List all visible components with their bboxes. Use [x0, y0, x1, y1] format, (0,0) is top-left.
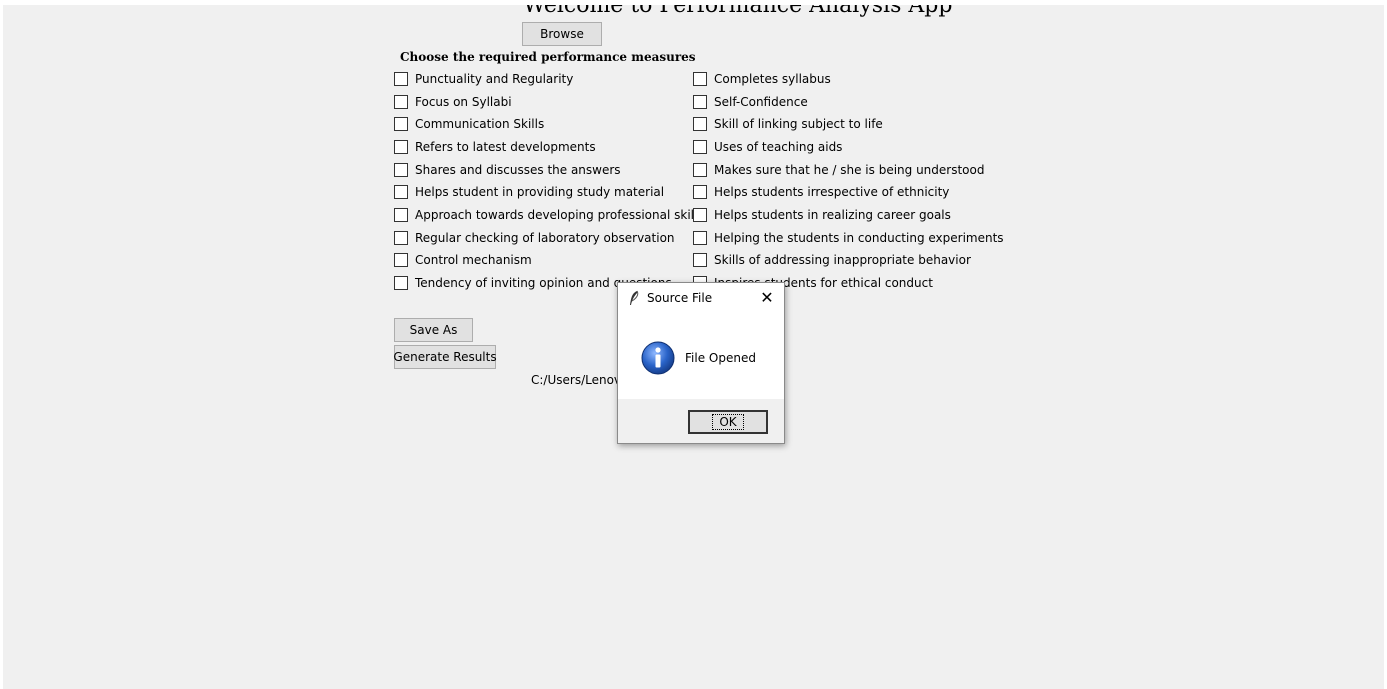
dialog-body: File Opened: [618, 313, 784, 399]
measure-label: Communication Skills: [415, 117, 545, 131]
checkbox[interactable]: [693, 163, 707, 177]
generate-results-button[interactable]: Generate Results: [393, 345, 497, 369]
measures-heading: Choose the required performance measures: [400, 50, 696, 64]
checkbox[interactable]: [693, 185, 707, 199]
measure-checkbox-teaching-aids[interactable]: Uses of teaching aids: [693, 138, 842, 156]
measure-checkbox-being-understood[interactable]: Makes sure that he / she is being unders…: [693, 161, 984, 179]
info-icon: [640, 340, 676, 380]
measure-checkbox-professional-skills[interactable]: Approach towards developing professional…: [394, 206, 704, 224]
measure-label: Helps students in realizing career goals: [714, 208, 951, 222]
measure-label: Focus on Syllabi: [415, 95, 512, 109]
measure-checkbox-study-material[interactable]: Helps student in providing study materia…: [394, 183, 664, 201]
measure-checkbox-focus-syllabi[interactable]: Focus on Syllabi: [394, 93, 512, 111]
checkbox[interactable]: [693, 231, 707, 245]
measure-checkbox-completes-syllabus[interactable]: Completes syllabus: [693, 70, 831, 88]
measure-label: Shares and discusses the answers: [415, 163, 621, 177]
measure-checkbox-inappropriate-behavior[interactable]: Skills of addressing inappropriate behav…: [693, 251, 971, 269]
measure-checkbox-latest-developments[interactable]: Refers to latest developments: [394, 138, 596, 156]
checkbox[interactable]: [394, 276, 408, 290]
checkbox[interactable]: [394, 231, 408, 245]
measure-label: Refers to latest developments: [415, 140, 596, 154]
app-title: Welcome to Performance Analysis App: [523, 5, 953, 18]
measure-checkbox-linking-subject[interactable]: Skill of linking subject to life: [693, 115, 883, 133]
browse-button[interactable]: Browse: [522, 22, 602, 46]
ok-button-label: OK: [712, 414, 744, 430]
checkbox[interactable]: [394, 95, 408, 109]
measure-label: Control mechanism: [415, 253, 532, 267]
measure-label: Helps students irrespective of ethnicity: [714, 185, 950, 199]
checkbox[interactable]: [394, 208, 408, 222]
measure-label: Skill of linking subject to life: [714, 117, 883, 131]
checkbox[interactable]: [693, 208, 707, 222]
measure-checkbox-communication[interactable]: Communication Skills: [394, 115, 544, 133]
measure-checkbox-ethnicity[interactable]: Helps students irrespective of ethnicity: [693, 183, 949, 201]
measure-label: Skills of addressing inappropriate behav…: [714, 253, 971, 267]
checkbox[interactable]: [693, 72, 707, 86]
source-file-dialog: Source File ✕ File Opened OK: [617, 282, 785, 444]
measure-label: Helps student in providing study materia…: [415, 185, 665, 199]
measure-label: Regular checking of laboratory observati…: [415, 231, 675, 245]
measure-checkbox-conducting-experiments[interactable]: Helping the students in conducting exper…: [693, 229, 1004, 247]
close-icon[interactable]: ✕: [758, 289, 776, 307]
dialog-message: File Opened: [685, 351, 756, 365]
measure-label: Punctuality and Regularity: [415, 72, 574, 86]
checkbox[interactable]: [693, 253, 707, 267]
checkbox[interactable]: [394, 72, 408, 86]
checkbox[interactable]: [394, 117, 408, 131]
checkbox[interactable]: [693, 117, 707, 131]
measure-checkbox-self-confidence[interactable]: Self-Confidence: [693, 93, 808, 111]
measure-label: Makes sure that he / she is being unders…: [714, 163, 985, 177]
measure-label: Completes syllabus: [714, 72, 831, 86]
measure-label: Self-Confidence: [714, 95, 808, 109]
measure-checkbox-punctuality[interactable]: Punctuality and Regularity: [394, 70, 573, 88]
checkbox[interactable]: [693, 140, 707, 154]
measure-checkbox-shares-answers[interactable]: Shares and discusses the answers: [394, 161, 621, 179]
measure-label: Uses of teaching aids: [714, 140, 843, 154]
measure-label: Approach towards developing professional…: [415, 208, 704, 222]
checkbox[interactable]: [394, 140, 408, 154]
dialog-titlebar[interactable]: Source File ✕: [618, 283, 784, 313]
measure-checkbox-career-goals[interactable]: Helps students in realizing career goals: [693, 206, 951, 224]
checkbox[interactable]: [394, 163, 408, 177]
measure-checkbox-lab-observation[interactable]: Regular checking of laboratory observati…: [394, 229, 675, 247]
save-as-button[interactable]: Save As: [394, 318, 473, 342]
checkbox[interactable]: [693, 95, 707, 109]
ok-button[interactable]: OK: [688, 410, 768, 434]
measure-label: Helping the students in conducting exper…: [714, 231, 1004, 245]
checkbox[interactable]: [394, 185, 408, 199]
feather-icon: [628, 290, 640, 310]
checkbox[interactable]: [394, 253, 408, 267]
dialog-title: Source File: [647, 291, 713, 305]
measure-checkbox-control-mechanism[interactable]: Control mechanism: [394, 251, 532, 269]
